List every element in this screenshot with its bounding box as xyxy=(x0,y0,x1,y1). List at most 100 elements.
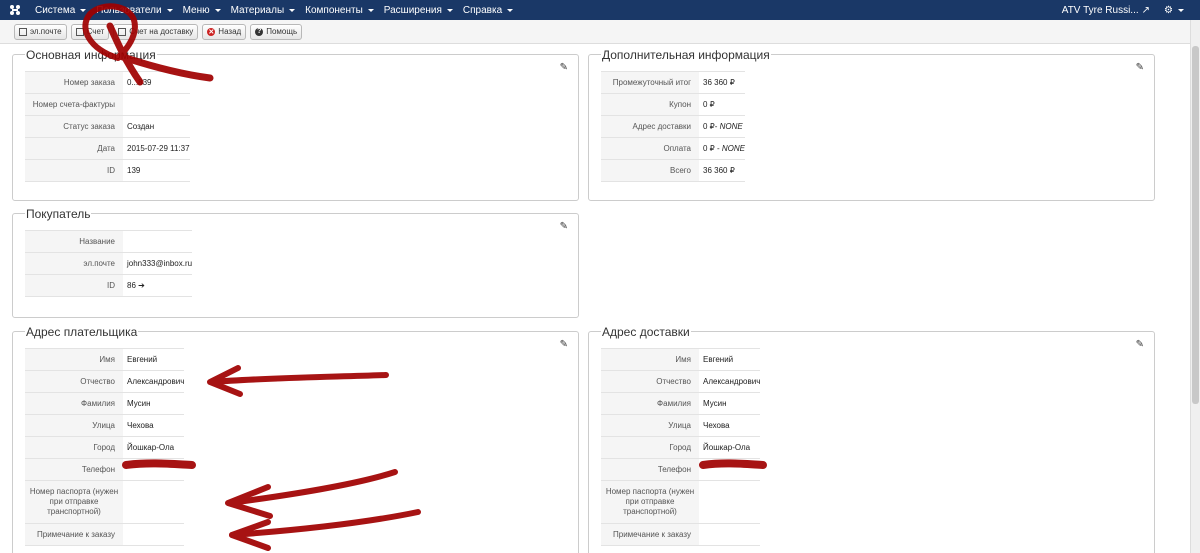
top-navbar: Система Пользователи Меню Материалы Комп… xyxy=(0,0,1200,20)
table-row: Улица Чехова xyxy=(601,414,761,437)
caret-down-icon xyxy=(80,8,87,12)
field-label: Номер заказа xyxy=(25,71,123,94)
table-row: Номер паспорта (нужен при отправке транс… xyxy=(25,480,185,524)
document-icon xyxy=(75,27,84,36)
field-label: Примечание к заказу xyxy=(601,523,699,546)
site-link[interactable]: ATV Tyre Russi... ↗ xyxy=(1062,5,1150,16)
delivery-invoice-button[interactable]: Счет на доставку xyxy=(113,23,199,40)
gear-icon: ⚙ xyxy=(1164,4,1173,16)
pencil-icon[interactable]: ✎ xyxy=(1136,339,1144,350)
caret-down-icon xyxy=(214,8,221,12)
table-row: Примечание к заказу xyxy=(25,523,185,546)
table-row: Улица Чехова xyxy=(25,414,185,437)
field-label: Фамилия xyxy=(25,392,123,415)
extra-info-table: Промежуточный итог 36 360 ₽ Купон 0 ₽ Адре… xyxy=(601,71,745,182)
field-label: ID xyxy=(25,159,123,182)
menu-users[interactable]: Пользователи xyxy=(91,5,177,16)
caret-down-icon xyxy=(367,8,374,12)
value-text: 0 ₽ - xyxy=(703,144,722,153)
joomla-logo-icon[interactable] xyxy=(0,0,30,20)
panel-title: Основная информация xyxy=(25,48,157,62)
table-row: Номер счета-фактуры xyxy=(25,93,190,116)
menu-help[interactable]: Справка xyxy=(458,5,518,16)
arrow-right-icon[interactable]: ➔ xyxy=(138,281,145,290)
pencil-icon[interactable]: ✎ xyxy=(560,62,568,73)
field-value: Евгений xyxy=(123,348,185,371)
pencil-icon[interactable]: ✎ xyxy=(1136,62,1144,73)
toolbar: эл.почте Счет Счет на доставку ✕ Назад ? П… xyxy=(0,20,1190,44)
caret-down-icon xyxy=(166,8,173,12)
field-label: Имя xyxy=(25,348,123,371)
field-value xyxy=(123,480,185,524)
table-row: Город Йошкар-Ола xyxy=(25,436,185,459)
table-row: Всего 36 360 ₽ xyxy=(601,159,745,182)
table-row: Статус заказа Создан xyxy=(25,115,190,138)
main-info-table: Номер заказа 0...839 Номер счета-фактуры … xyxy=(25,71,190,182)
table-row: Телефон xyxy=(601,458,761,481)
menu-label: Система xyxy=(35,4,76,16)
pencil-icon[interactable]: ✎ xyxy=(560,221,568,232)
user-menu[interactable]: ⚙ xyxy=(1164,5,1184,16)
field-value xyxy=(123,93,190,116)
invoice-button[interactable]: Счет xyxy=(70,23,110,40)
table-row: Название xyxy=(25,230,193,253)
button-label: Назад xyxy=(218,27,242,36)
page-scrollbar[interactable] xyxy=(1190,20,1200,553)
menu-content[interactable]: Материалы xyxy=(226,5,301,16)
menu-extensions[interactable]: Расширения xyxy=(379,5,458,16)
menu-system[interactable]: Система xyxy=(30,5,91,16)
menu-label: Справка xyxy=(462,4,503,16)
field-label: Оплата xyxy=(601,137,699,160)
value-text: 36 360 ₽ xyxy=(703,166,735,175)
value-italic: NONE xyxy=(721,144,745,153)
field-value: Александрович xyxy=(123,370,185,393)
table-row: Телефон xyxy=(25,458,185,481)
button-label: Счет xyxy=(86,27,105,36)
field-label: Город xyxy=(25,436,123,459)
field-value: 0...839 xyxy=(123,71,190,94)
buyer-panel: Покупатель ✎ Название эл.почте john333@in… xyxy=(12,207,579,318)
buyer-table: Название эл.почте john333@inbox.ru ID 86 ➔ xyxy=(25,230,193,297)
table-row: Имя Евгений xyxy=(25,348,185,371)
field-label: Номер паспорта (нужен при отправке транс… xyxy=(25,480,123,524)
menu-menus[interactable]: Меню xyxy=(178,5,226,16)
pencil-icon[interactable]: ✎ xyxy=(560,339,568,350)
external-link-icon: ↗ xyxy=(1141,4,1151,16)
button-label: Помощь xyxy=(266,27,298,36)
panel-title: Покупатель xyxy=(25,207,92,221)
table-row: Город Йошкар-Ола xyxy=(601,436,761,459)
field-label: Улица xyxy=(25,414,123,437)
field-label: Телефон xyxy=(601,458,699,481)
field-label: Отчество xyxy=(25,370,123,393)
field-value: 0 ₽ xyxy=(699,93,745,116)
field-label: Отчество xyxy=(601,370,699,393)
back-button[interactable]: ✕ Назад xyxy=(202,23,247,40)
field-label: Дата xyxy=(25,137,123,160)
table-row: ID 86 ➔ xyxy=(25,274,193,297)
main-info-panel: Основная информация ✎ Номер заказа 0...83… xyxy=(12,48,579,201)
field-value xyxy=(123,230,193,253)
field-label: Купон xyxy=(601,93,699,116)
field-label: ID xyxy=(25,274,123,297)
field-value: Евгений xyxy=(699,348,761,371)
table-row: Фамилия Мусин xyxy=(25,392,185,415)
question-icon: ? xyxy=(255,27,264,36)
field-label: Имя xyxy=(601,348,699,371)
field-value: john333@inbox.ru xyxy=(123,252,193,275)
envelope-icon xyxy=(19,27,27,36)
menu-label: Материалы xyxy=(230,4,285,16)
table-row: Фамилия Мусин xyxy=(601,392,761,415)
field-label: Город xyxy=(601,436,699,459)
field-label: Номер паспорта (нужен при отправке транс… xyxy=(601,480,699,524)
panel-title: Адрес доставки xyxy=(601,325,691,339)
table-row: ID 139 xyxy=(25,159,190,182)
help-button[interactable]: ? Помощь xyxy=(250,23,303,40)
scrollbar-thumb[interactable] xyxy=(1192,46,1199,404)
field-label: эл.почте xyxy=(25,252,123,275)
field-value: Чехова xyxy=(699,414,761,437)
field-value: 0 ₽- NONE xyxy=(699,115,745,138)
field-value: Йошкар-Ола xyxy=(699,436,761,459)
menu-components[interactable]: Компоненты xyxy=(300,5,379,16)
email-button[interactable]: эл.почте xyxy=(14,23,67,40)
extra-info-panel: Дополнительная информация ✎ Промежуточны… xyxy=(588,48,1155,201)
